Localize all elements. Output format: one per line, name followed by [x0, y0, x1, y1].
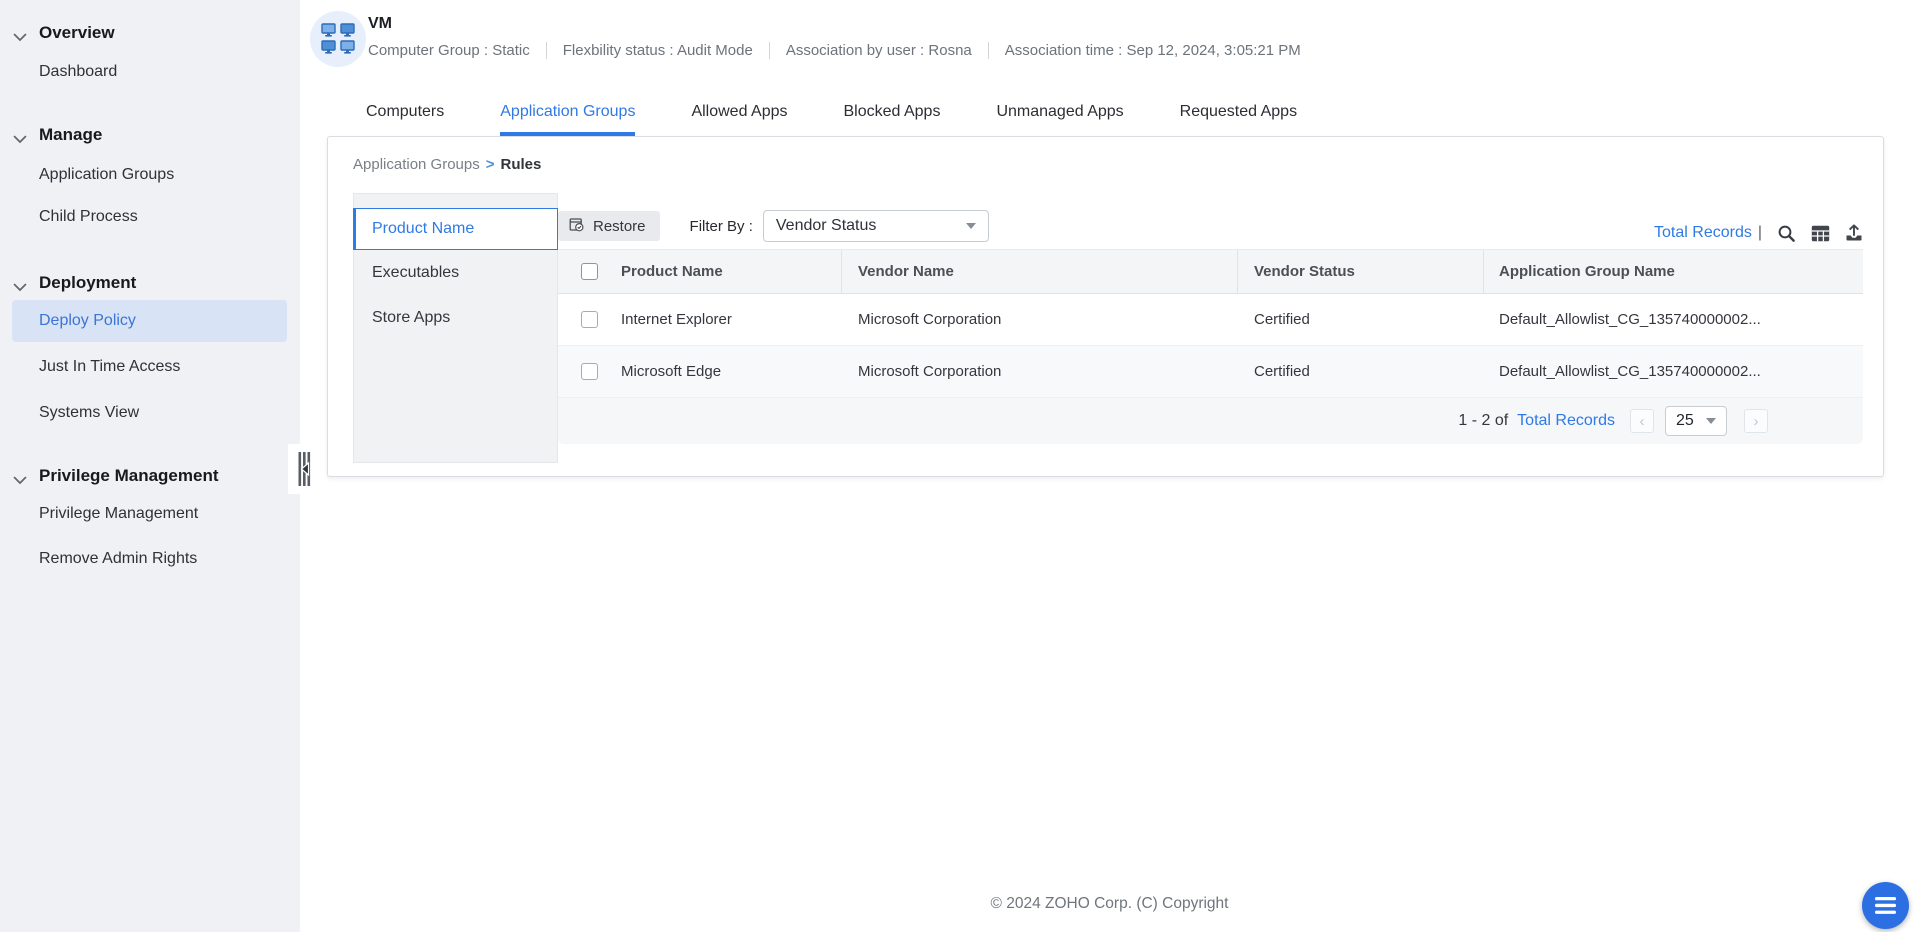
- tab-allowed-apps[interactable]: Allowed Apps: [691, 92, 787, 136]
- sidebar-section-privilege-management[interactable]: Privilege Management: [13, 466, 219, 486]
- computer-group-icon: [321, 23, 355, 54]
- sidebar-item-privilege-management[interactable]: Privilege Management: [39, 504, 198, 524]
- breadcrumb-current: Rules: [500, 156, 542, 173]
- rules-tab-product-name[interactable]: Product Name: [353, 208, 558, 250]
- filter-dropdown[interactable]: Vendor Status: [762, 210, 989, 242]
- section-title: Overview: [39, 23, 115, 42]
- copyright-footer: © 2024 ZOHO Corp. (C) Copyright: [990, 895, 1229, 912]
- sidebar-section-overview[interactable]: Overview: [13, 23, 115, 43]
- chevron-down-icon: [13, 129, 27, 144]
- meta-flexibility-status: Flexbility status : Audit Mode: [545, 42, 769, 59]
- quick-menu-fab[interactable]: [1862, 882, 1909, 929]
- toolbar-right-group: Total Records |: [1654, 224, 1863, 243]
- column-chooser-icon[interactable]: [1811, 225, 1830, 242]
- page-title: VM: [368, 15, 392, 32]
- pagination-bar: 1 - 2 of Total Records ‹ 25 ›: [558, 398, 1863, 444]
- header-application-group-name[interactable]: Application Group Name: [1484, 250, 1863, 293]
- rules-type-panel: Product Name Executables Store Apps: [353, 193, 558, 463]
- header-vendor-status[interactable]: Vendor Status: [1238, 250, 1484, 293]
- select-all-checkbox[interactable]: [581, 263, 598, 280]
- breadcrumb: Application Groups > Rules: [353, 156, 541, 173]
- cell-vendor-name: Microsoft Corporation: [858, 311, 1002, 328]
- row-checkbox-cell: [558, 363, 621, 380]
- row-checkbox[interactable]: [581, 311, 598, 328]
- previous-page-button[interactable]: ‹: [1630, 409, 1654, 433]
- section-title: Privilege Management: [39, 466, 219, 485]
- total-records-link[interactable]: Total Records: [1654, 224, 1752, 242]
- header-vendor-name[interactable]: Vendor Name: [842, 250, 1238, 293]
- section-title: Deployment: [39, 273, 137, 292]
- row-checkbox-cell: [558, 311, 621, 328]
- section-title: Manage: [39, 125, 103, 144]
- meta-computer-group: Computer Group : Static: [368, 42, 530, 59]
- cell-vendor-status: Certified: [1254, 311, 1310, 328]
- table-row[interactable]: Microsoft Edge Microsoft Corporation Cer…: [558, 346, 1863, 398]
- sidebar: Overview Dashboard Manage Application Gr…: [0, 0, 300, 932]
- cell-product-name: Microsoft Edge: [621, 363, 722, 380]
- sidebar-item-child-process[interactable]: Child Process: [39, 207, 138, 227]
- row-checkbox[interactable]: [581, 363, 598, 380]
- cell-vendor-status: Certified: [1254, 363, 1310, 380]
- cell-product-name: Internet Explorer: [621, 311, 732, 328]
- table-header-row: Product Name Vendor Name Vendor Status A…: [558, 249, 1863, 294]
- application-groups-card: Application Groups > Rules Product Name Ex…: [327, 136, 1884, 477]
- computer-group-avatar: [310, 11, 366, 67]
- sidebar-item-systems-view[interactable]: Systems View: [39, 403, 139, 423]
- tab-requested-apps[interactable]: Requested Apps: [1180, 92, 1297, 136]
- caret-down-icon: [1706, 418, 1716, 424]
- sidebar-item-remove-admin-rights[interactable]: Remove Admin Rights: [39, 549, 197, 569]
- select-all-cell: [558, 250, 621, 293]
- meta-association-user: Association by user : Rosna: [768, 42, 988, 59]
- hamburger-icon: [1875, 897, 1896, 914]
- page-meta: Computer Group : Static Flexbility statu…: [368, 42, 1317, 59]
- meta-association-time: Association time : Sep 12, 2024, 3:05:21…: [987, 42, 1317, 59]
- sidebar-item-application-groups[interactable]: Application Groups: [39, 165, 174, 185]
- rules-panel-spacer: [354, 194, 557, 208]
- tab-unmanaged-apps[interactable]: Unmanaged Apps: [996, 92, 1123, 136]
- sidebar-collapse-handle[interactable]: [298, 449, 312, 489]
- restore-icon: [568, 216, 585, 237]
- breadcrumb-separator: >: [485, 156, 495, 173]
- sidebar-item-just-in-time-access[interactable]: Just In Time Access: [39, 357, 180, 377]
- table-row[interactable]: Internet Explorer Microsoft Corporation …: [558, 294, 1863, 346]
- sidebar-section-manage[interactable]: Manage: [13, 125, 103, 145]
- chevron-down-icon: [13, 27, 27, 42]
- page-size-value: 25: [1676, 412, 1694, 429]
- next-page-button[interactable]: ›: [1744, 409, 1768, 433]
- breadcrumb-parent[interactable]: Application Groups: [353, 156, 480, 173]
- tab-bar: Computers Application Groups Allowed App…: [366, 92, 1297, 136]
- filter-selected-value: Vendor Status: [775, 217, 877, 234]
- restore-button[interactable]: Restore: [558, 211, 660, 241]
- sidebar-item-dashboard[interactable]: Dashboard: [39, 62, 117, 82]
- cell-vendor-name: Microsoft Corporation: [858, 363, 1002, 380]
- sidebar-section-deployment[interactable]: Deployment: [13, 273, 137, 293]
- toolbar-divider: |: [1757, 224, 1762, 241]
- rules-tab-store-apps[interactable]: Store Apps: [354, 295, 557, 340]
- restore-label: Restore: [593, 217, 646, 235]
- sidebar-item-deploy-policy[interactable]: Deploy Policy: [39, 311, 136, 331]
- chevron-down-icon: [13, 470, 27, 485]
- tab-computers[interactable]: Computers: [366, 92, 444, 136]
- rules-toolbar: Restore Filter By : Vendor Status Total …: [558, 207, 1863, 245]
- chevron-down-icon: [13, 277, 27, 292]
- tab-application-groups[interactable]: Application Groups: [500, 92, 636, 136]
- rules-tab-executables[interactable]: Executables: [354, 250, 557, 295]
- pagination-total-records-link[interactable]: Total Records: [1517, 412, 1615, 430]
- page-size-dropdown[interactable]: 25: [1665, 406, 1727, 436]
- cell-application-group-name: Default_Allowlist_CG_135740000002...: [1499, 363, 1761, 380]
- rules-table: Product Name Vendor Name Vendor Status A…: [558, 249, 1863, 444]
- header-product-name[interactable]: Product Name: [621, 250, 842, 293]
- tab-blocked-apps[interactable]: Blocked Apps: [844, 92, 941, 136]
- filter-by-label: Filter By :: [689, 217, 753, 235]
- caret-down-icon: [965, 223, 976, 229]
- cell-application-group-name: Default_Allowlist_CG_135740000002...: [1499, 311, 1761, 328]
- pagination-range: 1 - 2 of: [1458, 412, 1509, 429]
- export-icon[interactable]: [1845, 224, 1863, 242]
- search-icon[interactable]: [1777, 224, 1796, 243]
